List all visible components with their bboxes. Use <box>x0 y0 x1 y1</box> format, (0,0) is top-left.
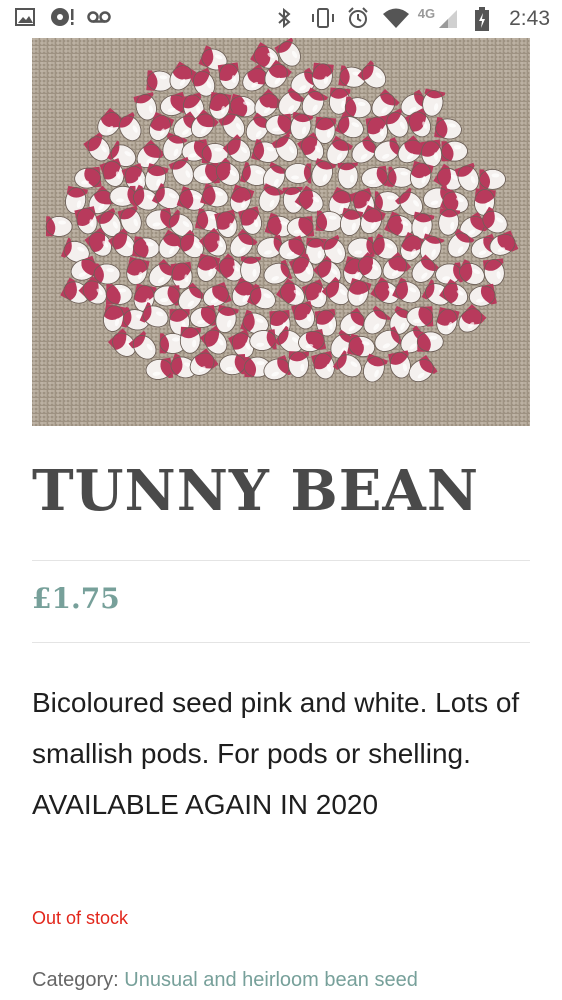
bean <box>240 256 262 284</box>
music-alert-icon <box>50 6 76 32</box>
bean <box>284 163 312 184</box>
bean <box>479 168 506 190</box>
category-label: Category: <box>32 969 119 991</box>
product-image[interactable] <box>32 38 530 426</box>
status-bar: 4G 2:43 <box>0 0 562 38</box>
voicemail-icon <box>86 6 112 32</box>
bean <box>337 162 359 190</box>
bean <box>45 216 73 237</box>
cellular-signal-icon <box>437 6 463 32</box>
alarm-icon <box>346 6 372 32</box>
product-price: £1.75 <box>32 582 120 615</box>
category-link[interactable]: Unusual and heirloom bean seed <box>124 969 418 991</box>
bluetooth-icon <box>274 6 300 32</box>
product-description: Bicoloured seed pink and white. Lots of … <box>32 687 527 820</box>
divider <box>32 642 530 643</box>
divider <box>32 560 530 561</box>
bean <box>288 351 309 378</box>
product-title: TUNNY BEAN <box>32 458 480 524</box>
image-icon <box>14 6 40 32</box>
network-type-label: 4G <box>417 5 436 21</box>
battery-charging-icon <box>473 6 499 32</box>
status-time: 2:43 <box>509 7 550 30</box>
product-photo <box>32 38 530 426</box>
bean <box>441 140 468 162</box>
bean <box>105 283 133 305</box>
wifi-icon <box>382 6 409 32</box>
vibrate-icon <box>310 6 336 32</box>
product-category: Category: Unusual and heirloom bean seed <box>32 969 418 992</box>
bean <box>416 331 444 353</box>
stock-status: Out of stock <box>32 908 129 928</box>
